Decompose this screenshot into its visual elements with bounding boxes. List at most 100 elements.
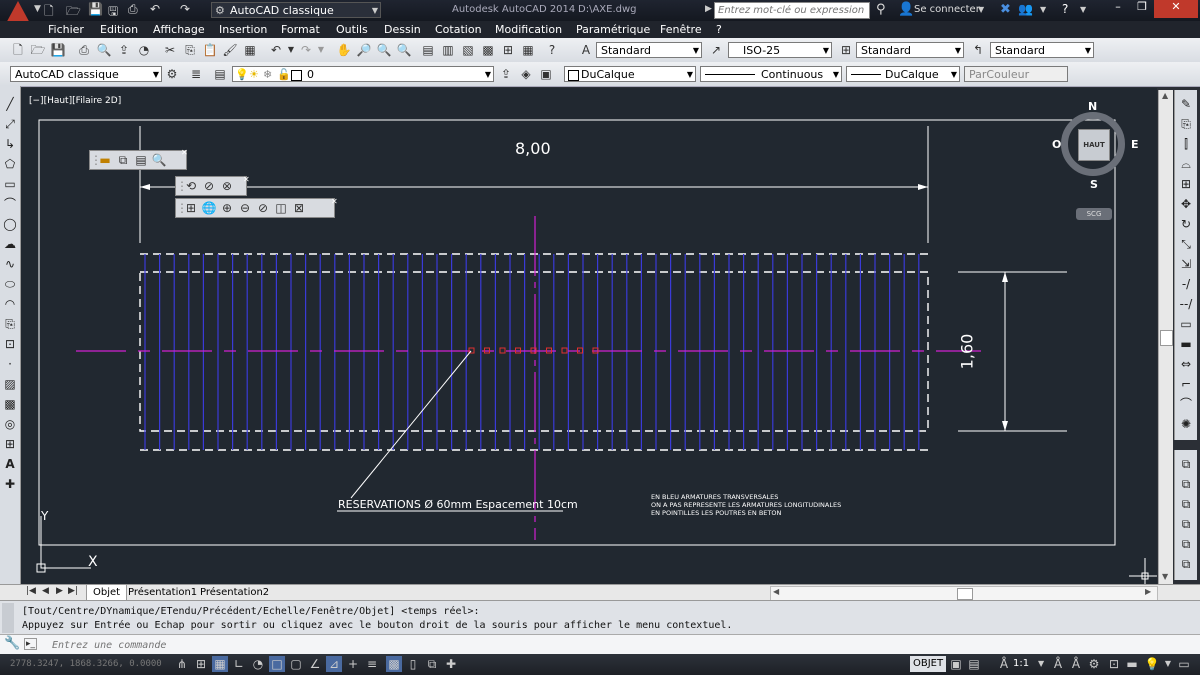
saveas-icon[interactable]: 🖫 xyxy=(108,2,118,23)
annotation-scale-arrow-icon[interactable]: ▼ xyxy=(1038,659,1044,668)
scroll-down-icon[interactable]: ▼ xyxy=(1162,572,1168,581)
new-icon[interactable]: 🗋 xyxy=(10,42,26,58)
auto-scale-icon[interactable]: Å xyxy=(1068,656,1084,672)
match-properties-icon[interactable]: 🖌 xyxy=(222,42,238,58)
extend-icon[interactable]: --/ xyxy=(1178,296,1194,312)
cube-icon[interactable]: ◫ xyxy=(272,199,290,217)
grid-icon[interactable]: ▦ xyxy=(212,656,228,672)
polyline-icon[interactable]: ↳ xyxy=(2,136,18,152)
infer-constraints-icon[interactable]: ⋔ xyxy=(174,656,190,672)
hardware-accel-icon[interactable]: ▬ xyxy=(1124,656,1140,672)
menu-outils[interactable]: Outils xyxy=(336,23,368,36)
explode-icon[interactable]: ✺ xyxy=(1178,416,1194,432)
fillet-icon[interactable]: ⌒ xyxy=(1178,396,1194,412)
bring-above-icon[interactable]: ⧉ xyxy=(1178,496,1194,512)
layer-combo[interactable]: 💡 ☀ ❄ 🔓 0 ▼ xyxy=(232,66,494,82)
menu-modification[interactable]: Modification xyxy=(495,23,562,36)
mleader-style-combo[interactable]: Standard ▼ xyxy=(990,42,1094,58)
make-current-icon[interactable]: ⇪ xyxy=(498,66,514,82)
rotate-icon[interactable]: ↻ xyxy=(1178,216,1194,232)
properties-icon[interactable]: ▤ xyxy=(420,42,436,58)
menu-fichier[interactable]: Fichier xyxy=(48,23,84,36)
move-icon[interactable]: ✥ xyxy=(1178,196,1194,212)
send-back-icon[interactable]: ⧉ xyxy=(1178,476,1194,492)
annotation-scale-icon[interactable]: Å xyxy=(996,656,1012,672)
otrack-icon[interactable]: ∠ xyxy=(307,656,323,672)
model-space-button[interactable]: OBJET xyxy=(910,656,947,672)
isolate-objects-icon[interactable]: 💡 xyxy=(1144,656,1160,672)
lock-ui-icon[interactable]: ⊡ xyxy=(1106,656,1122,672)
paste-icon[interactable]: 📋 xyxy=(202,42,218,58)
workspace-switch-icon[interactable]: ⚙ xyxy=(1086,656,1102,672)
line-icon[interactable]: ╱ xyxy=(2,96,18,112)
globe-minus-icon[interactable]: ⊖ xyxy=(236,199,254,217)
named-views-icon[interactable]: ⊞ xyxy=(182,199,200,217)
linetype-combo[interactable]: Continuous ▼ xyxy=(700,66,842,82)
3d-print-icon[interactable]: ◔ xyxy=(136,42,152,58)
erase-icon[interactable]: ✎ xyxy=(1178,96,1194,112)
polygon-icon[interactable]: ⬠ xyxy=(2,156,18,172)
scroll-right-icon[interactable]: ▶ xyxy=(1145,587,1151,596)
polar-icon[interactable]: ◔ xyxy=(250,656,266,672)
print-icon[interactable]: ⎙ xyxy=(76,42,92,58)
autodesk-360-icon[interactable]: 👥 xyxy=(1018,2,1033,16)
edit-text-icon[interactable]: ▤ xyxy=(132,151,150,169)
vertical-scrollbar[interactable]: ▲ ▼ xyxy=(1158,90,1173,584)
viewcube-east[interactable]: E xyxy=(1131,138,1139,151)
search-input[interactable] xyxy=(714,2,870,19)
ellipse-arc-icon[interactable]: ◠ xyxy=(2,296,18,312)
undo-arrow-icon[interactable]: ▼ xyxy=(283,42,299,58)
ucs-menu-button[interactable]: SCG xyxy=(1076,208,1112,220)
maximize-icon[interactable]: ❐ xyxy=(1130,0,1154,18)
horizontal-scroll-thumb[interactable] xyxy=(957,588,973,600)
tab-next-icon[interactable]: ▶ xyxy=(56,586,63,596)
arc-icon[interactable]: ⌒ xyxy=(2,196,18,212)
redo-icon[interactable]: ↷ xyxy=(180,2,190,16)
search-arrow-icon[interactable]: ▶ xyxy=(705,4,712,14)
tab-presentation1[interactable]: Présentation1 xyxy=(124,585,201,600)
break-point-icon[interactable]: ▭ xyxy=(1178,316,1194,332)
find-icon[interactable]: 🔍 xyxy=(150,151,168,169)
rectangle-icon[interactable]: ▭ xyxy=(2,176,18,192)
3d-osnap-icon[interactable]: ▢ xyxy=(288,656,304,672)
signin-link[interactable]: Se connecter xyxy=(914,4,980,15)
user-icon[interactable]: 👤 xyxy=(898,2,914,17)
circle-icon[interactable]: ◯ xyxy=(2,216,18,232)
tool-palettes-icon[interactable]: ▧ xyxy=(460,42,476,58)
tab-first-icon[interactable]: |◀ xyxy=(26,586,36,596)
close-float-3-icon[interactable]: ✕ xyxy=(331,197,338,206)
preview-icon[interactable]: 🔍 xyxy=(96,42,112,58)
stay-connected-arrow-icon[interactable]: ▼ xyxy=(1040,5,1046,14)
layer-iso-icon[interactable]: ▣ xyxy=(538,66,554,82)
offset-icon[interactable]: ⌓ xyxy=(1178,156,1194,172)
redo-arrow-icon[interactable]: ▼ xyxy=(313,42,329,58)
workspace-combo[interactable]: ⚙ AutoCAD classique ▼ xyxy=(211,2,381,18)
viewcube-west[interactable]: O xyxy=(1052,138,1061,151)
copy-icon[interactable]: ⎘ xyxy=(182,42,198,58)
help-icon[interactable]: ? xyxy=(544,42,560,58)
viewcube-south[interactable]: S xyxy=(1090,178,1098,191)
zoom-window-icon[interactable]: 🔍 xyxy=(376,42,392,58)
plotstyle-combo[interactable]: ParCouleur xyxy=(964,66,1068,82)
text-style-icon[interactable]: A xyxy=(578,42,594,58)
ducs-icon[interactable]: ⊿ xyxy=(326,656,342,672)
join-icon[interactable]: ⇔ xyxy=(1178,356,1194,372)
scale-icon[interactable]: ⤡ xyxy=(1178,236,1194,252)
redo-icon[interactable]: ↷ xyxy=(298,42,314,58)
annotation-scale-value[interactable]: 1:1 xyxy=(1013,658,1029,669)
publish-icon[interactable]: ⇪ xyxy=(116,42,132,58)
point-icon[interactable]: · xyxy=(2,356,18,372)
block-editor-icon[interactable]: ▦ xyxy=(242,42,258,58)
free-orbit-icon[interactable]: ⊘ xyxy=(200,177,218,195)
viewcube-north[interactable]: N xyxy=(1088,100,1097,113)
scroll-up-icon[interactable]: ▲ xyxy=(1162,91,1168,100)
mleader-style-icon[interactable]: ↰ xyxy=(970,42,986,58)
menu-edition[interactable]: Edition xyxy=(100,23,138,36)
table-icon[interactable]: ⊞ xyxy=(2,436,18,452)
scroll-left-icon[interactable]: ◀ xyxy=(773,587,779,596)
tab-presentation2[interactable]: Présentation2 xyxy=(196,585,273,600)
binoculars-icon[interactable]: ⚲ xyxy=(876,2,886,17)
close-icon[interactable]: ✕ xyxy=(1154,0,1198,18)
tab-last-icon[interactable]: ▶| xyxy=(68,586,78,596)
copy-icon[interactable]: ⎘ xyxy=(1178,116,1194,132)
